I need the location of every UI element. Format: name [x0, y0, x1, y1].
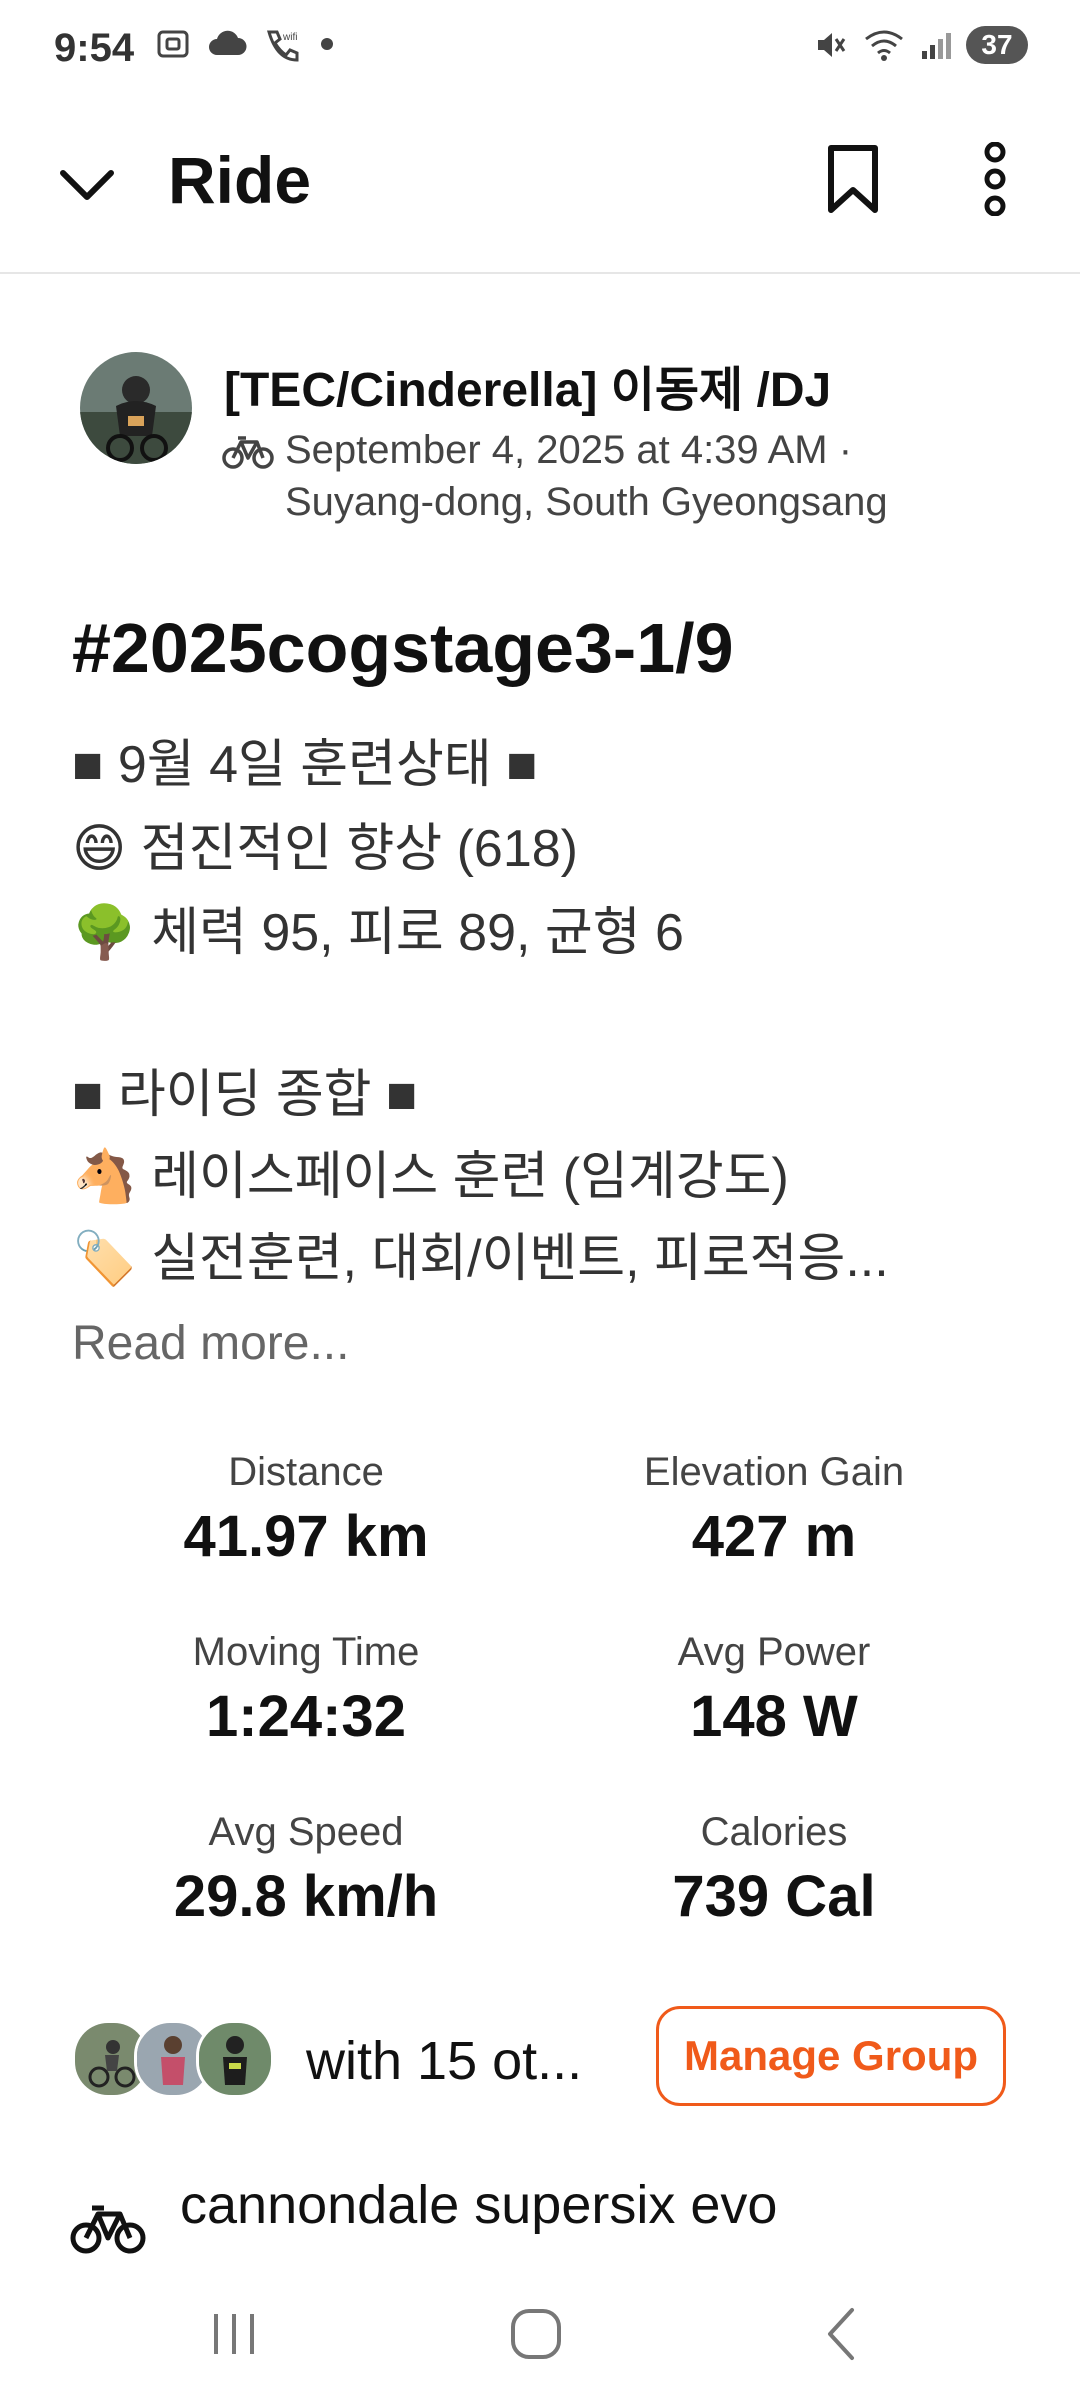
author-avatar[interactable] — [80, 352, 192, 464]
activity-location: Suyang-dong, South Gyeongsang — [285, 480, 888, 524]
stat-label: Moving Time — [192, 1630, 420, 1674]
screenshot-icon — [157, 30, 189, 58]
stat-moving-time: Moving Time 1:24:32 — [76, 1630, 536, 1750]
bookmark-icon — [828, 145, 878, 213]
bike-icon — [70, 2205, 146, 2254]
description-line: ■ 9월 4일 훈련상태 ■ — [72, 736, 538, 794]
stat-elevation-gain: Elevation Gain 427 m — [544, 1450, 1004, 1570]
stat-avg-speed: Avg Speed 29.8 km/h — [76, 1810, 536, 1930]
stat-label: Distance — [228, 1450, 384, 1494]
system-nav-bar — [0, 2270, 1080, 2400]
more-options-button[interactable] — [970, 136, 1020, 222]
gear-name[interactable]: cannondale supersix evo — [180, 2174, 777, 2236]
stat-value: 739 Cal — [672, 1864, 876, 1929]
group-avatars[interactable] — [72, 2020, 274, 2098]
dot-icon — [321, 38, 333, 50]
stat-value: 29.8 km/h — [173, 1864, 439, 1929]
stat-distance: Distance 41.97 km — [76, 1450, 536, 1570]
status-right-icons: 37 — [812, 26, 1028, 64]
description-line: 😄 점진적인 향상 (618) — [72, 820, 578, 878]
battery-indicator: 37 — [966, 26, 1028, 64]
description-line: 🏷️ 실전훈련, 대회/이벤트, 피로적응... — [72, 1230, 889, 1288]
group-with-text[interactable]: with 15 ot... — [306, 2030, 582, 2092]
home-icon — [511, 2309, 561, 2359]
bike-icon — [222, 436, 274, 469]
activity-title: #2025cogstage3-1/9 — [72, 609, 734, 687]
mute-icon — [818, 33, 846, 57]
stat-label: Avg Power — [677, 1630, 871, 1674]
svg-text:wifi: wifi — [282, 32, 297, 43]
back-arrow-icon — [828, 2308, 854, 2360]
manage-group-button[interactable]: Manage Group — [656, 2006, 1006, 2106]
more-vertical-icon — [984, 142, 1006, 216]
read-more-link[interactable]: Read more... — [72, 1316, 349, 1371]
author-name[interactable]: [TEC/Cinderella] 이동제 /DJ — [224, 350, 831, 420]
signal-icon — [922, 33, 951, 59]
stat-label: Calories — [700, 1810, 848, 1854]
page-title: Ride — [168, 143, 312, 217]
stat-value: 1:24:32 — [206, 1684, 406, 1749]
status-left-icons: wifi — [155, 26, 335, 62]
bookmark-button[interactable] — [818, 136, 888, 222]
stat-label: Elevation Gain — [643, 1450, 905, 1494]
activity-date: September 4, 2025 at 4:39 AM · — [285, 428, 853, 472]
stat-value: 148 W — [690, 1684, 858, 1749]
home-button[interactable] — [486, 2294, 586, 2374]
chevron-down-icon — [60, 170, 114, 200]
description-line: 🐴 레이스페이스 훈련 (임계강도) — [72, 1148, 789, 1206]
collapse-button[interactable] — [52, 150, 122, 220]
cloud-icon — [209, 30, 247, 55]
recents-icon — [214, 2314, 254, 2354]
app-bar: Ride — [0, 100, 1080, 274]
status-bar: 9:54 wifi 37 — [0, 0, 1080, 100]
stat-value: 427 m — [691, 1504, 857, 1569]
status-time: 9:54 — [54, 26, 135, 70]
stat-value: 41.97 km — [183, 1504, 429, 1569]
description-line: 🌳 체력 95, 피로 89, 균형 6 — [72, 904, 684, 962]
description-line: ■ 라이딩 종합 ■ — [72, 1066, 418, 1124]
wifi-icon — [865, 30, 903, 61]
recents-button[interactable] — [184, 2294, 284, 2374]
group-avatar — [196, 2020, 274, 2098]
stat-label: Avg Speed — [208, 1810, 404, 1854]
stat-calories: Calories 739 Cal — [544, 1810, 1004, 1930]
wifi-calling-icon: wifi — [267, 30, 299, 62]
back-button[interactable] — [790, 2294, 890, 2374]
stat-avg-power: Avg Power 148 W — [544, 1630, 1004, 1750]
